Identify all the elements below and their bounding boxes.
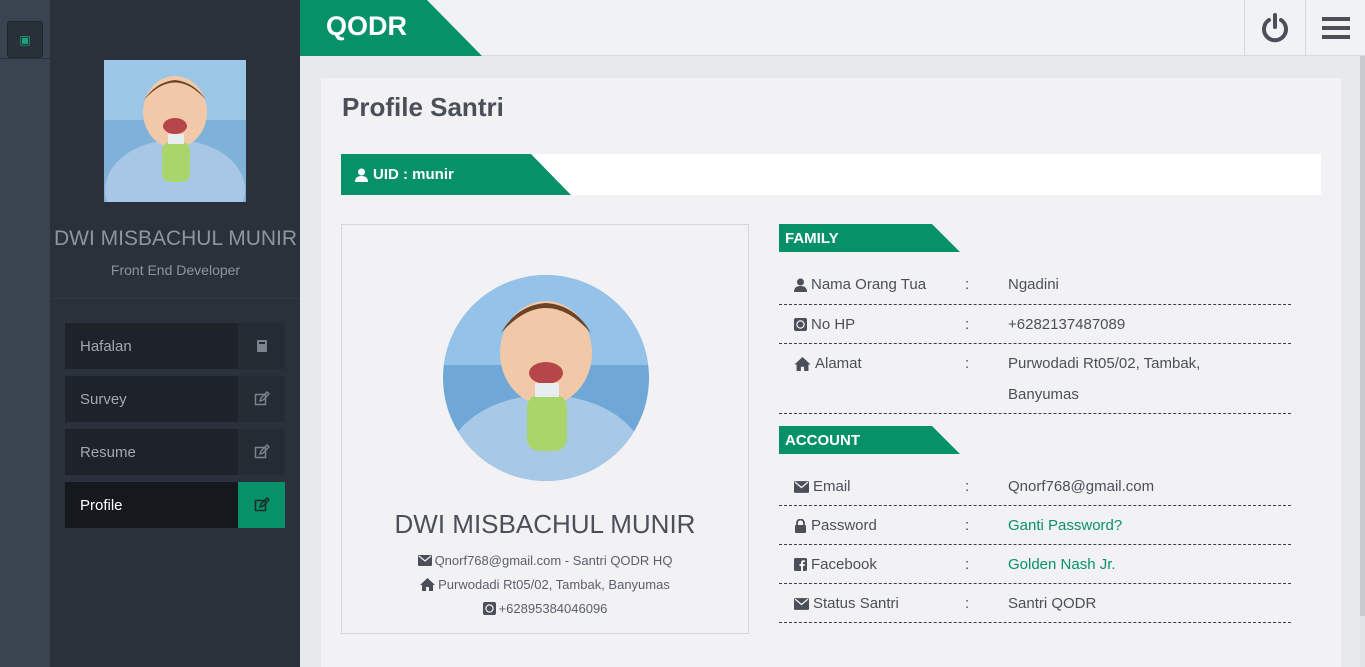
row-label-text: No HP [811,316,856,333]
profile-address-line: Purwodadi Rt05/02, Tambak, Banyumas [342,577,748,592]
profile-email-line: Qnorf768@gmail.com - Santri QODR HQ [342,553,748,568]
row-label-text: Alamat [815,355,862,372]
menu-toggle-icon[interactable]: ▣ [7,21,43,58]
envelope-icon [794,597,809,610]
sidebar-user-name: DWI MISBACHUL MUNIR [53,227,298,250]
rail-divider [0,58,51,59]
envelope-icon [417,555,432,566]
home-icon [794,356,811,371]
profile-email-text: Qnorf768@gmail.com - Santri QODR HQ [434,553,673,568]
row-separator: : [965,276,970,293]
row-value: Purwodadi Rt05/02, Tambak, Banyumas [1008,355,1201,403]
uid-bar: UID : munir [341,154,1321,195]
edit-icon [238,429,285,475]
brand-banner[interactable]: QODR [300,0,482,56]
row-label: Status Santri [794,595,899,612]
row-value: Qnorf768@gmail.com [1008,478,1155,495]
row-value: Santri QODR [1008,595,1097,612]
row-label: Email [794,478,851,495]
sidebar-user-role: Front End Developer [110,262,241,278]
sidebar-item-label: Profile [80,496,123,514]
home-icon [420,578,436,591]
table-row: Nama Orang Tua : Ngadini [779,267,1291,305]
account-heading: ACCOUNT [779,426,960,454]
profile-phone-line: +62895384046096 [342,601,748,616]
sidebar-item-profile[interactable]: Profile [65,482,285,528]
family-table: Nama Orang Tua : Ngadini No HP : +628213… [779,267,1291,414]
table-row: Password : Ganti Password? [779,506,1291,545]
user-icon [355,168,368,182]
sidebar-item-hafalan[interactable]: Hafalan [65,323,285,369]
edit-icon [238,376,285,422]
row-label-text: Status Santri [813,595,899,612]
change-password-link[interactable]: Ganti Password? [1008,510,1258,541]
row-separator: : [965,517,970,534]
row-label: No HP [794,316,855,333]
family-heading: FAMILY [779,224,960,252]
page-title: Profile Santri [342,92,504,122]
sidebar-item-label: Hafalan [80,337,132,355]
facebook-icon [794,558,807,571]
row-label: Alamat [794,355,862,372]
brand-logo-text: QODR [326,11,407,41]
row-label-text: Nama Orang Tua [811,276,927,293]
row-label: Nama Orang Tua [794,276,926,293]
hamburger-icon [1321,17,1350,39]
table-row: No HP : +6282137487089 [779,305,1291,344]
row-label: Facebook [794,556,877,573]
account-table: Email : Qnorf768@gmail.com Password : Ga… [779,468,1291,623]
table-row: Facebook : Golden Nash Jr. [779,545,1291,584]
uid-badge: UID : munir [341,154,571,195]
sidebar-item-resume[interactable]: Resume [65,429,285,475]
sidebar-divider [51,298,300,299]
table-row: Alamat : Purwodadi Rt05/02, Tambak, Bany… [779,344,1291,414]
top-bar: QODR [300,0,1365,56]
uid-text: UID : munir [373,166,454,183]
whatsapp-icon [794,318,807,331]
profile-avatar [443,275,649,481]
power-button[interactable] [1244,0,1304,56]
row-separator: : [965,556,970,573]
sidebar-profile-photo [104,60,246,202]
profile-phone-text: +62895384046096 [498,601,608,616]
row-label-text: Facebook [811,556,877,573]
sidebar-item-label: Resume [80,443,136,461]
table-row: Status Santri : Santri QODR [779,584,1291,623]
row-separator: : [965,316,970,333]
whatsapp-icon [482,602,496,615]
row-separator: : [965,355,970,372]
sidebar-item-survey[interactable]: Survey [65,376,285,422]
scrollbar-thumb[interactable] [1360,56,1365,616]
profile-card: DWI MISBACHUL MUNIR Qnorf768@gmail.com -… [341,224,749,634]
profile-name: DWI MISBACHUL MUNIR [394,509,696,539]
profile-panel: Profile Santri UID : munir DWI MISBACHUL… [321,78,1341,667]
row-label-text: Password [811,517,877,534]
book-icon [238,323,285,369]
row-separator: : [965,595,970,612]
table-row: Email : Qnorf768@gmail.com [779,468,1291,506]
facebook-link[interactable]: Golden Nash Jr. [1008,549,1258,580]
user-icon [794,278,807,292]
lock-icon [795,518,806,533]
row-value: +6282137487089 [1008,316,1126,333]
sidebar: DWI MISBACHUL MUNIR Front End Developer … [51,0,300,667]
hamburger-button[interactable] [1305,0,1365,56]
icon-rail: ▣ [0,0,51,667]
sidebar-item-label: Survey [80,390,127,408]
envelope-icon [794,480,809,493]
row-label: Password [794,517,877,534]
row-label-text: Email [813,478,851,495]
profile-address-text: Purwodadi Rt05/02, Tambak, Banyumas [438,577,670,592]
sidebar-menu: Hafalan Survey Resume Profile [65,323,285,535]
power-icon [1261,13,1288,43]
row-separator: : [965,478,970,495]
edit-icon [238,482,285,528]
row-value: Ngadini [1008,276,1059,293]
